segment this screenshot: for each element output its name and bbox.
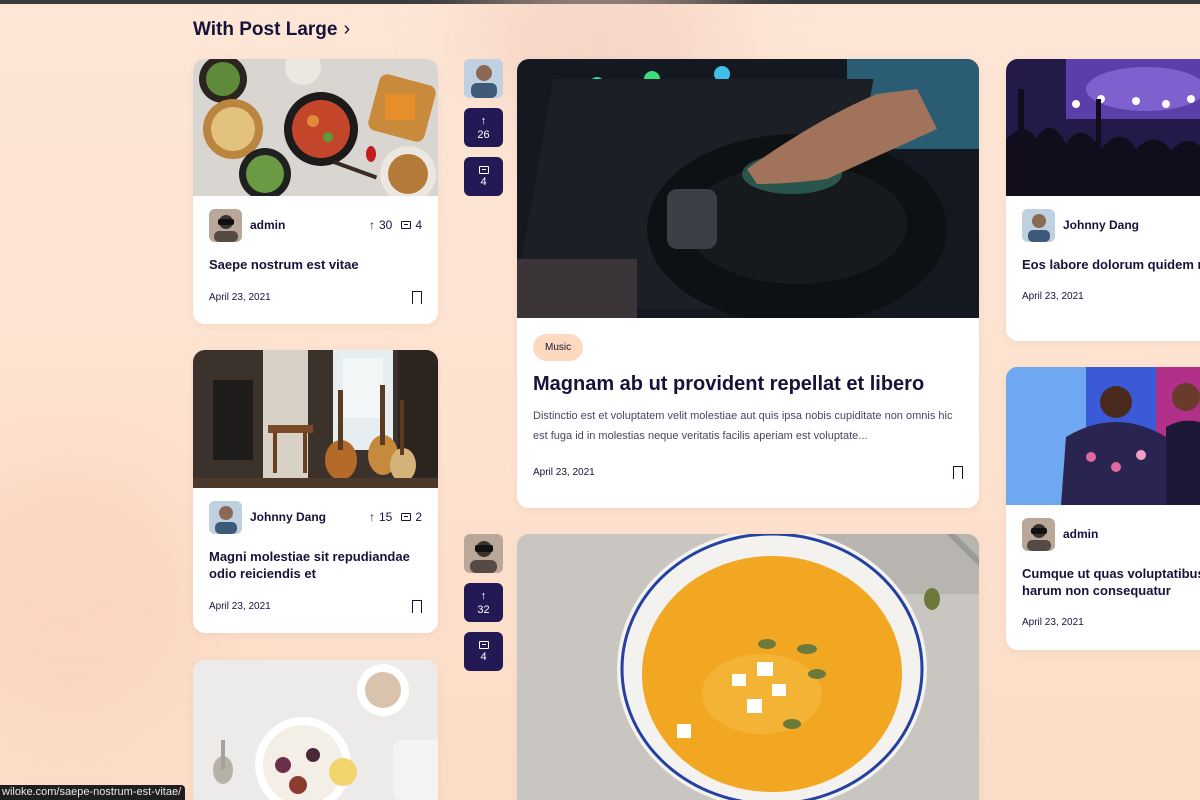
- featured-actions-rail: ↑ 26 4: [464, 59, 503, 196]
- upvote-button[interactable]: ↑ 32: [464, 583, 503, 622]
- section-title: With Post Large: [193, 18, 338, 40]
- post-thumbnail-pumpkin-soup[interactable]: [517, 534, 979, 800]
- comment-count[interactable]: 2: [401, 510, 422, 524]
- section-title-link[interactable]: With Post Large ›: [193, 18, 350, 41]
- post-thumbnail-concert[interactable]: [1006, 59, 1200, 196]
- comment-icon: [401, 221, 412, 229]
- bookmark-icon[interactable]: [411, 600, 422, 614]
- post-card[interactable]: Johnny Dang ↑ 15 2 Magni molestiae sit re…: [193, 350, 438, 633]
- arrow-up-icon: ↑: [480, 114, 487, 127]
- bg-glow: [0, 460, 200, 720]
- post-card[interactable]: Johnny Dang ↑15 Eos labore dolorum quide…: [1006, 59, 1200, 341]
- comments-button[interactable]: 4: [464, 632, 503, 671]
- comment-count[interactable]: 4: [401, 218, 422, 232]
- post-title[interactable]: Cumque ut quas voluptatibus harum non co…: [1022, 565, 1200, 599]
- author-avatar[interactable]: [209, 500, 242, 534]
- bookmark-icon[interactable]: [411, 291, 422, 305]
- browser-top-edge: [0, 0, 1200, 4]
- author-avatar[interactable]: [1022, 517, 1055, 551]
- author-avatar[interactable]: [464, 534, 503, 573]
- comment-icon: [478, 640, 489, 649]
- status-bar-url: wiloke.com/saepe-nostrum-est-vitae/: [0, 785, 186, 800]
- post-thumbnail-party[interactable]: [1006, 367, 1200, 505]
- post-card[interactable]: admin ↑ 30 4 Saepe nostrum est vitae Apri…: [193, 59, 438, 324]
- featured-post-excerpt: Distinctio est et voluptatem velit moles…: [533, 410, 953, 442]
- author-name[interactable]: admin: [1063, 527, 1098, 541]
- post-date: April 23, 2021: [1022, 617, 1084, 628]
- post-date: April 23, 2021: [209, 601, 271, 612]
- author-name[interactable]: Johnny Dang: [250, 510, 326, 524]
- author-avatar[interactable]: [209, 208, 242, 242]
- upvote-button[interactable]: ↑ 26: [464, 108, 503, 147]
- arrow-up-icon: ↑: [368, 218, 375, 232]
- comments-button[interactable]: 4: [464, 157, 503, 196]
- author-avatar[interactable]: [1022, 208, 1055, 242]
- bookmark-icon[interactable]: [952, 466, 963, 480]
- featured-post-title[interactable]: Magnam ab ut provident repellat et liber…: [533, 371, 963, 397]
- post-thumbnail-breakfast[interactable]: [193, 660, 438, 800]
- post-date: April 23, 2021: [533, 467, 595, 478]
- post-thumbnail-food[interactable]: [193, 59, 438, 196]
- post-date: April 23, 2021: [209, 292, 271, 303]
- arrow-up-icon: ↑: [368, 510, 375, 524]
- category-tag[interactable]: Music: [533, 334, 584, 361]
- comment-icon: [478, 165, 489, 174]
- post-date: April 23, 2021: [1022, 291, 1084, 302]
- featured-post-card[interactable]: Music Magnam ab ut provident repellat et…: [517, 59, 979, 508]
- author-name[interactable]: Johnny Dang: [1063, 218, 1139, 232]
- author-avatar[interactable]: [464, 59, 503, 98]
- featured-actions-rail: ↑ 32 4: [464, 534, 503, 671]
- arrow-up-icon: ↑: [480, 589, 487, 602]
- post-title[interactable]: Magni molestiae sit repudiandae odio rei…: [209, 548, 422, 582]
- featured-post-card[interactable]: [517, 534, 979, 800]
- post-card[interactable]: [193, 660, 438, 800]
- post-thumbnail-guitars[interactable]: [193, 350, 438, 488]
- vote-count[interactable]: ↑ 15: [369, 510, 392, 524]
- comment-icon: [401, 513, 412, 521]
- post-title[interactable]: Saepe nostrum est vitae: [209, 256, 422, 273]
- post-thumbnail-dj-turntable[interactable]: [517, 59, 979, 318]
- chevron-right-icon: ›: [343, 18, 351, 40]
- vote-count[interactable]: ↑ 30: [369, 218, 392, 232]
- post-card[interactable]: admin ↑11 Cumque ut quas voluptatibus ha…: [1006, 367, 1200, 650]
- post-title[interactable]: Eos labore dolorum quidem rerum: [1022, 256, 1200, 273]
- author-name[interactable]: admin: [250, 218, 285, 232]
